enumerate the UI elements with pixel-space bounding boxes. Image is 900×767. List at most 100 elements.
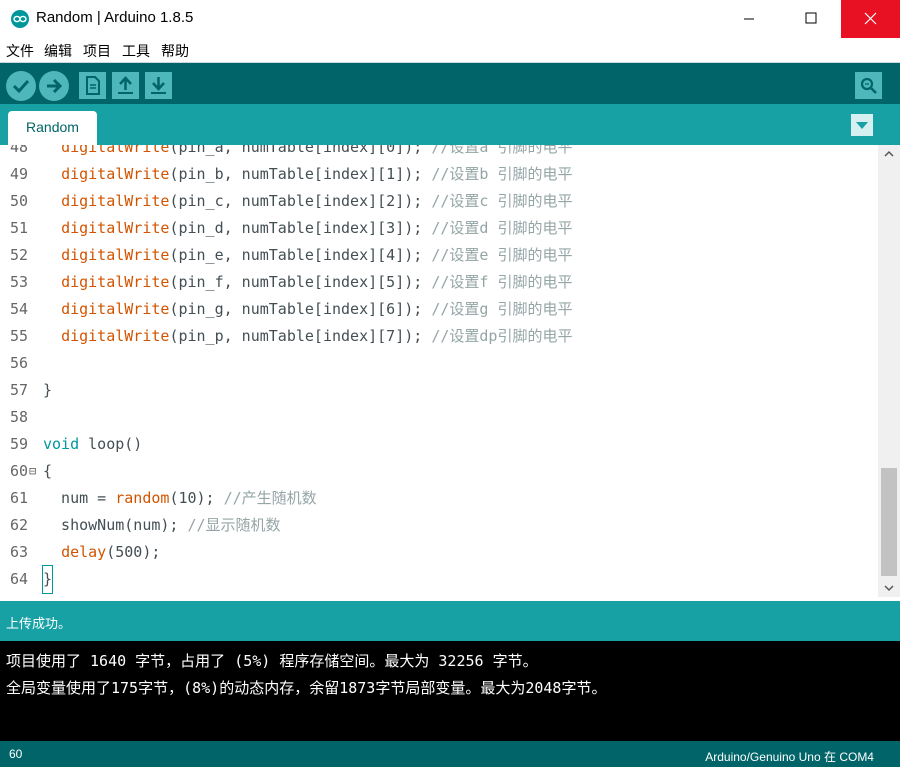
keyword-token: void: [43, 435, 80, 453]
line-code: digitalWrite(pin_e, numTable[index][4]);…: [61, 246, 573, 264]
code-line: 56: [0, 350, 878, 377]
line-code: digitalWrite(pin_c, numTable[index][2]);…: [61, 192, 573, 210]
code-line: 63 delay(500);: [0, 539, 878, 566]
comment-token: //设置a 引脚的电平: [422, 145, 573, 156]
line-code: void loop(): [43, 435, 143, 453]
line-code: }: [41, 565, 54, 594]
board-port-label: Arduino/Genuino Uno 在 COM4: [705, 750, 874, 764]
line-number: 50: [10, 192, 29, 210]
scroll-down-button[interactable]: [878, 579, 900, 597]
serial-monitor-icon: [860, 77, 877, 94]
line-number: 63: [10, 543, 29, 561]
line-code: num = random(10); //产生随机数: [43, 489, 317, 507]
comment-token: //设置c 引脚的电平: [422, 192, 573, 210]
upload-button[interactable]: [39, 71, 69, 101]
chevron-down-icon: [884, 585, 894, 592]
comment-token: //产生随机数: [214, 489, 317, 507]
line-number: 51: [10, 219, 29, 237]
line-number: 54: [10, 300, 29, 318]
code-line: 52 digitalWrite(pin_e, numTable[index][4…: [0, 242, 878, 269]
tab-label: Random: [26, 119, 79, 135]
line-code: showNum(num); //显示随机数: [43, 516, 281, 534]
comment-token: //设置b 引脚的电平: [422, 165, 573, 183]
line-number: 60: [10, 462, 29, 480]
menu-help[interactable]: 帮助: [161, 41, 189, 61]
tab-bar: Random: [0, 104, 900, 145]
comment-token: //设置g 引脚的电平: [422, 300, 573, 318]
console-output[interactable]: 项目使用了 1640 字节，占用了 (5%) 程序存储空间。最大为 32256 …: [0, 641, 900, 741]
menu-bar: 文件 编辑 项目 工具 帮助: [0, 38, 900, 62]
line-code: digitalWrite(pin_a, numTable[index][0]);…: [43, 145, 572, 161]
code-line: 54 digitalWrite(pin_g, numTable[index][6…: [0, 296, 878, 323]
line-number: 52: [10, 246, 29, 264]
code-line: 53 digitalWrite(pin_f, numTable[index][5…: [0, 269, 878, 296]
line-code: digitalWrite(pin_b, numTable[index][1]);…: [61, 165, 573, 183]
function-token: digitalWrite: [61, 165, 170, 183]
function-token: delay: [61, 543, 107, 561]
menu-sketch[interactable]: 项目: [83, 41, 111, 61]
line-number: 61: [10, 489, 29, 507]
fold-marker-icon[interactable]: ⊟: [29, 458, 36, 485]
function-token: digitalWrite: [61, 300, 170, 318]
console-line: 项目使用了 1640 字节，占用了 (5%) 程序存储空间。最大为 32256 …: [6, 652, 538, 670]
line-number: 48: [10, 145, 29, 156]
menu-edit[interactable]: 编辑: [44, 41, 72, 61]
menu-file[interactable]: 文件: [6, 41, 34, 61]
line-number: 56: [10, 354, 29, 372]
scrollbar-thumb[interactable]: [881, 468, 897, 576]
scroll-up-button[interactable]: [878, 145, 900, 163]
status-message: 上传成功。: [6, 617, 72, 632]
current-line-number: 60: [9, 747, 23, 761]
line-code: digitalWrite(pin_g, numTable[index][6]);…: [61, 300, 573, 318]
open-icon: [118, 76, 133, 94]
new-sketch-button[interactable]: [79, 72, 106, 99]
line-number: 49: [10, 165, 29, 183]
line-number: 53: [10, 273, 29, 291]
line-code: digitalWrite(pin_d, numTable[index][3]);…: [61, 219, 573, 237]
save-sketch-button[interactable]: [145, 72, 172, 99]
minimize-button[interactable]: [726, 0, 772, 38]
code-line: 62 showNum(num); //显示随机数: [0, 512, 878, 539]
editor-scrollbar[interactable]: [878, 145, 900, 597]
comment-token: //显示随机数: [178, 516, 281, 534]
line-number: 59: [10, 435, 29, 453]
chevron-down-icon: [856, 122, 868, 129]
upload-icon: [47, 78, 63, 94]
function-token: digitalWrite: [61, 273, 170, 291]
code-line: 58: [0, 404, 878, 431]
function-token: digitalWrite: [61, 246, 170, 264]
comment-token: //设置dp引脚的电平: [422, 327, 573, 345]
line-number: 64: [10, 570, 29, 588]
footer-bar: 60 Arduino/Genuino Uno 在 COM4: [0, 741, 900, 767]
close-button[interactable]: [841, 0, 900, 38]
code-line: 50 digitalWrite(pin_c, numTable[index][2…: [0, 188, 878, 215]
title-bar: Random | Arduino 1.8.5: [0, 0, 900, 38]
code-line: 51 digitalWrite(pin_d, numTable[index][3…: [0, 215, 878, 242]
code-line: 61 num = random(10); //产生随机数: [0, 485, 878, 512]
function-token: digitalWrite: [61, 145, 170, 156]
status-bar: 上传成功。: [0, 601, 900, 641]
function-token: digitalWrite: [61, 327, 170, 345]
comment-token: //设置e 引脚的电平: [422, 246, 573, 264]
function-token: digitalWrite: [61, 192, 170, 210]
line-number: 55: [10, 327, 29, 345]
line-code: }: [43, 381, 53, 399]
code-line: 48 digitalWrite(pin_a, numTable[index][0…: [0, 145, 878, 161]
tab-random[interactable]: Random: [8, 111, 97, 145]
line-code: digitalWrite(pin_f, numTable[index][5]);…: [61, 273, 573, 291]
verify-button[interactable]: [6, 71, 36, 101]
line-code: {: [43, 462, 53, 480]
function-token: random: [115, 489, 170, 507]
menu-tools[interactable]: 工具: [122, 41, 150, 61]
verify-icon: [12, 79, 30, 94]
code-line: 49 digitalWrite(pin_b, numTable[index][1…: [0, 161, 878, 188]
maximize-button[interactable]: [788, 0, 834, 38]
save-icon: [151, 77, 166, 94]
open-sketch-button[interactable]: [112, 72, 139, 99]
code-editor[interactable]: 48 digitalWrite(pin_a, numTable[index][0…: [0, 145, 900, 597]
serial-monitor-button[interactable]: [855, 72, 882, 99]
function-token: digitalWrite: [61, 219, 170, 237]
tab-menu-button[interactable]: [851, 114, 873, 136]
chevron-up-icon: [884, 150, 894, 157]
line-number: 57: [10, 381, 29, 399]
